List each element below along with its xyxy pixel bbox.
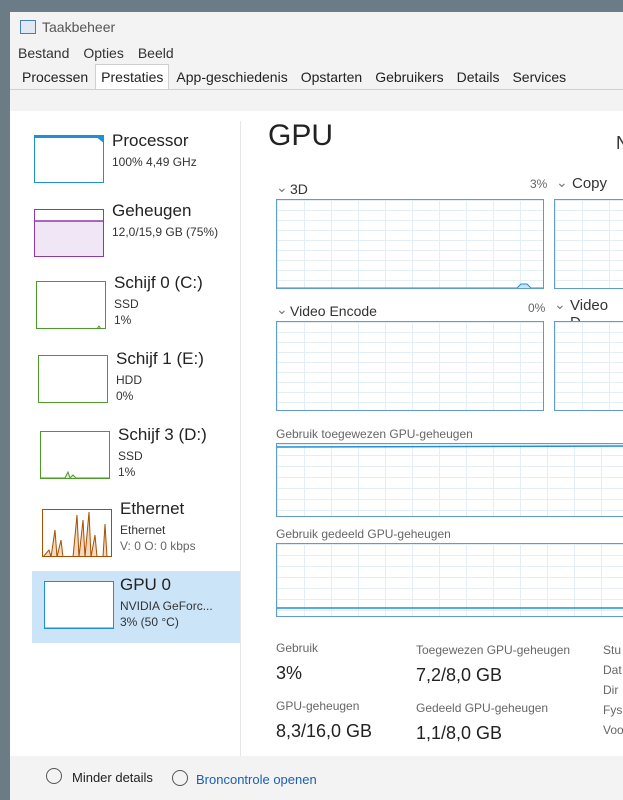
stat-side-label: Stu xyxy=(603,643,622,657)
chevron-down-icon[interactable]: ⌄ xyxy=(554,296,566,313)
sidebar-item-detail: HDD xyxy=(116,373,142,387)
sidebar-item-usage: 1% xyxy=(118,465,136,479)
footer-bar: Minder details Broncontrole openen xyxy=(10,756,623,800)
tab-app-geschiedenis[interactable]: App-geschiedenis xyxy=(170,64,293,89)
sidebar-item-title: Schijf 3 (D:) xyxy=(118,425,207,444)
tab-prestaties[interactable]: Prestaties xyxy=(95,64,170,89)
broncontrole-link[interactable]: Broncontrole openen xyxy=(196,772,317,787)
stat-side-label: Fys xyxy=(603,703,623,717)
sidebar-item-detail: SSD xyxy=(118,449,143,463)
sidebar-item-disk-c[interactable]: Schijf 0 (C:) SSD 1% xyxy=(30,269,240,341)
chevron-up-icon[interactable] xyxy=(46,768,62,784)
disk-e-thumbnail xyxy=(38,355,108,403)
sidebar-item-detail: 100% 4,49 GHz xyxy=(112,155,197,169)
disk-c-thumbnail xyxy=(36,281,106,329)
sidebar-item-title: Schijf 0 (C:) xyxy=(114,273,203,292)
engine-video-encode-label[interactable]: Video Encode xyxy=(290,303,377,319)
sidebar-item-usage: 1% xyxy=(114,313,132,327)
sidebar-item-memory[interactable]: Geheugen 12,0/15,9 GB (75%) xyxy=(30,197,240,269)
tab-details[interactable]: Details xyxy=(451,64,506,89)
engine-3d-label[interactable]: 3D xyxy=(290,181,308,197)
resource-sidebar: Processor 100% 4,49 GHz Geheugen 12,0/15… xyxy=(10,111,242,756)
tab-strip: Processen Prestaties App-geschiedenis Op… xyxy=(10,64,623,90)
stat-side-label: Dat xyxy=(603,663,622,677)
engine-video-encode-percent: 0% xyxy=(528,301,546,315)
stat-dedicated-value: 7,2/8,0 GB xyxy=(416,665,503,685)
stat-shared-label: Gedeeld GPU-geheugen xyxy=(416,701,549,715)
sidebar-item-usage: 3% (50 °C) xyxy=(120,615,179,629)
sidebar-item-title: Schijf 1 (E:) xyxy=(116,349,204,368)
sidebar-item-detail: NVIDIA GeForc... xyxy=(120,599,213,613)
tab-opstarten[interactable]: Opstarten xyxy=(295,64,368,89)
task-manager-window: Taakbeheer Bestand Opties Beeld Processe… xyxy=(10,12,623,800)
task-manager-icon xyxy=(20,20,36,34)
performance-content: Processor 100% 4,49 GHz Geheugen 12,0/15… xyxy=(10,111,623,756)
title-bar: Taakbeheer xyxy=(10,12,623,42)
window-title: Taakbeheer xyxy=(42,19,116,35)
stat-gpu-memory-value: 8,3/16,0 GB xyxy=(276,721,373,741)
sidebar-item-gpu0[interactable]: GPU 0 NVIDIA GeForc... 3% (50 °C) xyxy=(32,571,240,643)
menu-bar: Bestand Opties Beeld xyxy=(10,42,623,64)
menu-bestand[interactable]: Bestand xyxy=(18,45,69,61)
sidebar-item-detail: Ethernet xyxy=(120,523,166,537)
gpu-thumbnail xyxy=(44,581,114,629)
memory-thumbnail xyxy=(34,209,104,257)
engine-copy-label[interactable]: Copy xyxy=(572,175,607,192)
stat-usage-value: 3% xyxy=(276,663,303,683)
menu-opties[interactable]: Opties xyxy=(83,45,123,61)
engine-3d-percent: 3% xyxy=(530,177,548,191)
shared-memory-label: Gebruik gedeeld GPU-geheugen xyxy=(276,527,451,541)
sidebar-item-throughput: V: 0 O: 0 kbps xyxy=(120,539,196,553)
page-title: GPU xyxy=(268,119,334,152)
sidebar-item-title: Ethernet xyxy=(120,499,185,518)
resource-monitor-icon[interactable] xyxy=(172,770,188,786)
stat-side-label: Dir xyxy=(603,683,619,697)
ethernet-thumbnail xyxy=(42,509,112,557)
sidebar-item-title: GPU 0 xyxy=(120,575,172,594)
gpu-detail-panel: GPU N ⌄ 3D 3% ⌄ Copy ⌄ Video Encode 0% ⌄… xyxy=(250,111,623,756)
stat-usage-label: Gebruik xyxy=(276,641,319,655)
sidebar-divider xyxy=(240,121,241,756)
sidebar-item-disk-d[interactable]: Schijf 3 (D:) SSD 1% xyxy=(30,421,240,493)
graph-video-decode xyxy=(554,321,623,411)
gpu-name-fragment: N xyxy=(616,133,623,153)
chevron-down-icon[interactable]: ⌄ xyxy=(276,179,288,196)
graph-copy xyxy=(554,199,623,289)
graph-dedicated-memory xyxy=(276,443,623,517)
tab-processen[interactable]: Processen xyxy=(16,64,94,89)
stat-side-label: Voo xyxy=(603,723,623,737)
processor-thumbnail xyxy=(34,135,104,183)
sidebar-item-disk-e[interactable]: Schijf 1 (E:) HDD 0% xyxy=(30,345,240,417)
chevron-down-icon[interactable]: ⌄ xyxy=(556,174,568,191)
chevron-down-icon[interactable]: ⌄ xyxy=(276,301,288,318)
graph-shared-memory xyxy=(276,543,623,617)
disk-d-thumbnail xyxy=(40,431,110,479)
tab-services[interactable]: Services xyxy=(506,64,572,89)
graph-3d xyxy=(276,199,544,289)
sidebar-item-detail: SSD xyxy=(114,297,139,311)
sidebar-item-title: Geheugen xyxy=(112,201,192,220)
tab-gebruikers[interactable]: Gebruikers xyxy=(369,64,449,89)
sidebar-item-usage: 0% xyxy=(116,389,134,403)
stat-dedicated-label: Toegewezen GPU-geheugen xyxy=(416,643,571,657)
graph-video-encode xyxy=(276,321,544,411)
sidebar-item-processor[interactable]: Processor 100% 4,49 GHz xyxy=(30,127,240,199)
stat-shared-value: 1,1/8,0 GB xyxy=(416,723,503,743)
minder-details-link[interactable]: Minder details xyxy=(72,770,153,785)
menu-beeld[interactable]: Beeld xyxy=(138,45,174,61)
sidebar-item-ethernet[interactable]: Ethernet Ethernet V: 0 O: 0 kbps xyxy=(30,495,240,567)
dedicated-memory-label: Gebruik toegewezen GPU-geheugen xyxy=(276,427,473,441)
stat-gpu-memory-label: GPU-geheugen xyxy=(276,699,360,713)
sidebar-item-detail: 12,0/15,9 GB (75%) xyxy=(112,225,219,239)
sidebar-item-title: Processor xyxy=(112,131,189,150)
